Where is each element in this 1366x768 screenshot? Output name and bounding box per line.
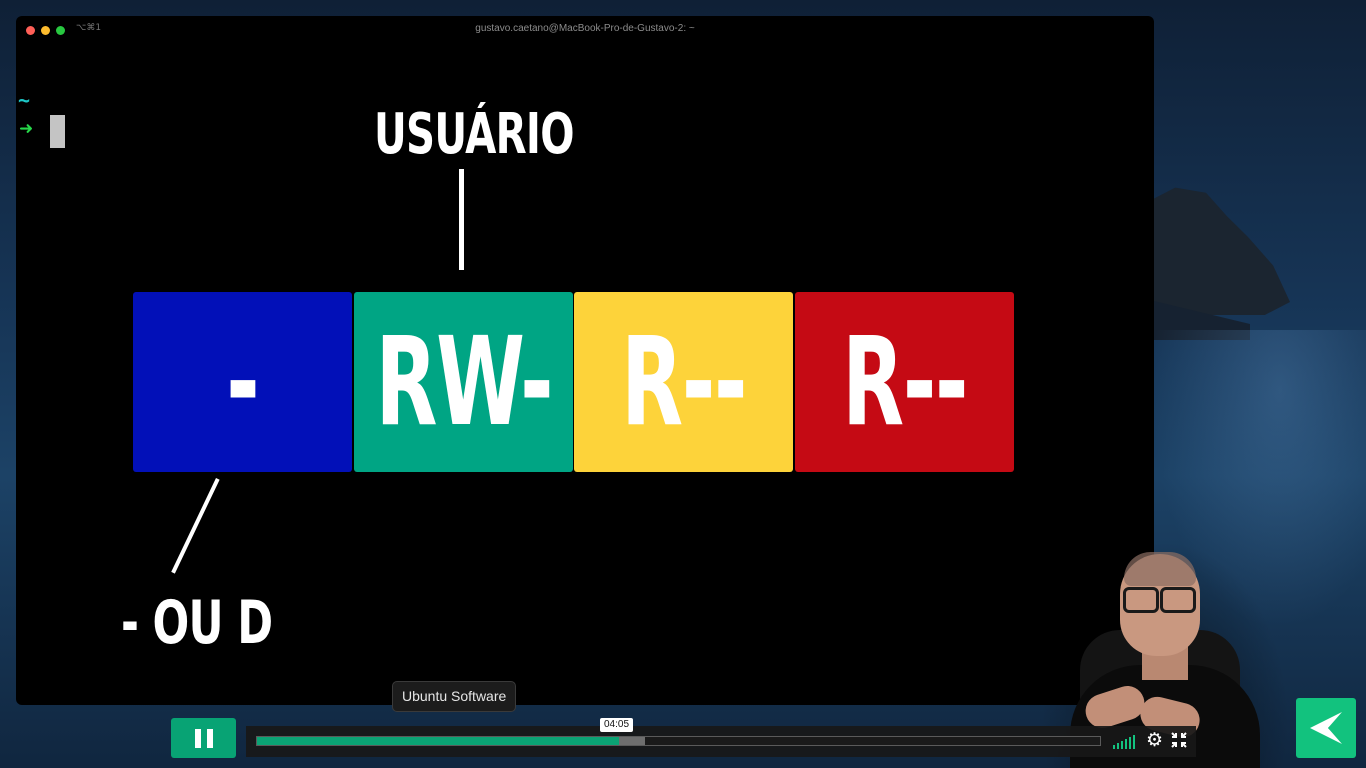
progress-played: [257, 737, 620, 745]
usuario-label: USUÁRIO: [374, 102, 574, 167]
type-label: - OU D: [121, 588, 273, 658]
permission-box-group: R--: [574, 292, 793, 472]
terminal-cursor[interactable]: [50, 115, 65, 148]
window-titlebar[interactable]: ⌥⌘1 gustavo.caetano@MacBook-Pro-de-Gusta…: [16, 16, 1154, 42]
video-control-bar: ⚙: [246, 726, 1196, 757]
permission-box-text: R--: [842, 311, 968, 453]
prompt-arrow-icon: ➜: [19, 119, 34, 139]
progress-bar[interactable]: [256, 736, 1101, 746]
presenter-glasses-right: [1160, 587, 1196, 613]
type-connector-line: [171, 478, 220, 574]
prompt-directory: ~: [18, 88, 31, 112]
permission-box-text: -: [226, 311, 259, 453]
usuario-connector-line: [459, 169, 464, 270]
permission-box-text: R--: [621, 311, 747, 453]
current-time-tooltip: 04:05: [600, 718, 634, 732]
fullscreen-exit-icon[interactable]: [1171, 732, 1187, 748]
pause-icon: [194, 728, 213, 748]
gear-icon[interactable]: ⚙: [1146, 731, 1163, 750]
dock-tooltip: Ubuntu Software: [392, 681, 517, 712]
wallpaper-rock: [1150, 187, 1290, 315]
window-title: gustavo.caetano@MacBook-Pro-de-Gustavo-2…: [475, 23, 695, 34]
brand-logo-glyph: [1310, 712, 1342, 744]
permission-box-text: RW-: [375, 311, 553, 453]
permission-box-user: RW-: [354, 292, 573, 472]
brand-logo-icon[interactable]: [1296, 698, 1356, 758]
terminal-window[interactable]: ⌥⌘1 gustavo.caetano@MacBook-Pro-de-Gusta…: [16, 16, 1154, 705]
presenter-hair: [1124, 552, 1196, 586]
volume-icon[interactable]: [1113, 735, 1137, 749]
pause-button[interactable]: [171, 718, 236, 758]
permission-box-type: -: [133, 292, 352, 472]
permission-box-others: R--: [795, 292, 1014, 472]
presenter-glasses-left: [1123, 587, 1159, 613]
